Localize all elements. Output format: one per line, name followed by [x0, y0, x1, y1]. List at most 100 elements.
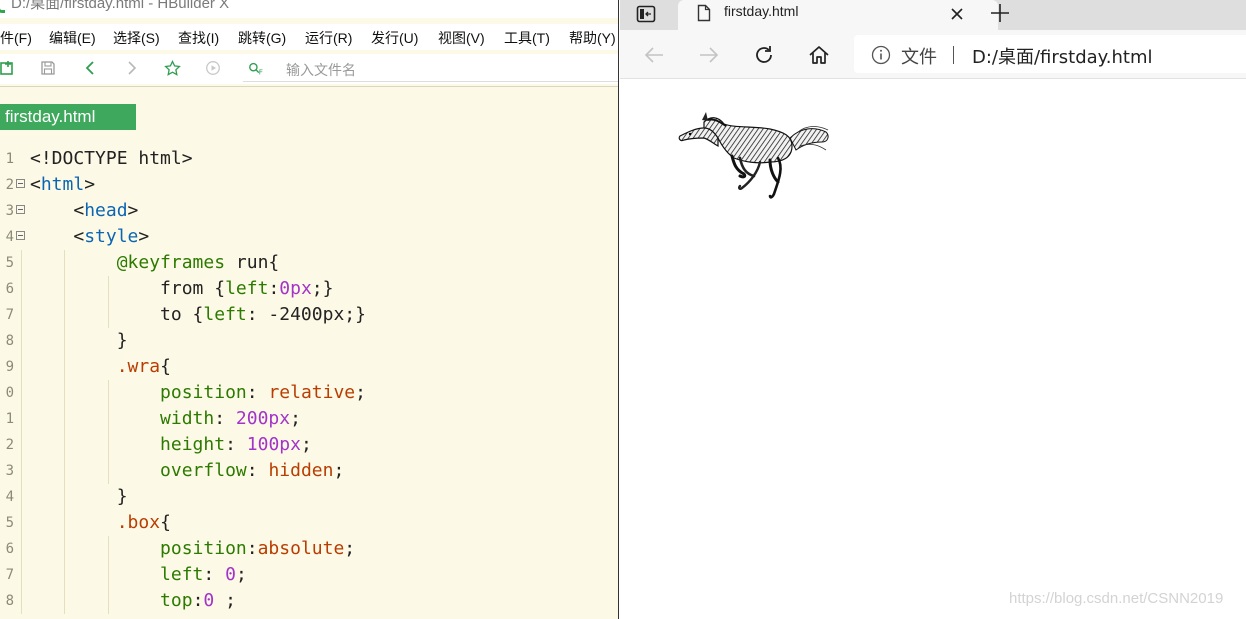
menu-file[interactable]: 件(F) [0, 28, 32, 48]
code-token: > [84, 174, 96, 195]
menu-view[interactable]: 视图(V) [438, 28, 485, 48]
new-file-icon[interactable] [0, 59, 16, 77]
editor-menubar: 件(F) 编辑(E) 选择(S) 查找(I) 跳转(G) 运行(R) 发行(U)… [0, 24, 619, 50]
code-token: left [225, 278, 269, 299]
hbuilder-logo-icon [0, 0, 5, 13]
browser-navbar: 文件 D:/桌面/firstday.html [620, 30, 1246, 79]
home-icon[interactable] [804, 40, 834, 70]
address-url[interactable]: D:/桌面/firstday.html [972, 43, 1153, 69]
line-number: 9 [5, 359, 14, 375]
info-icon[interactable] [871, 45, 891, 70]
code-line[interactable]: 5 @keyframes run{ [0, 250, 619, 276]
code-line[interactable]: 0 position: relative; [0, 380, 619, 406]
code-line[interactable]: 5 .box{ [0, 510, 619, 536]
preview-icon[interactable] [204, 59, 222, 77]
tab-title: firstday.html [724, 3, 799, 19]
code-line[interactable]: 4 } [0, 484, 619, 510]
code-editor-area[interactable]: 1 <!DOCTYPE html> 2 <html> 3 <head> 4 <style>… [0, 146, 619, 614]
code-line[interactable]: 2 <html> [0, 172, 619, 198]
code-token: relative [268, 382, 356, 403]
code-token: : [214, 408, 236, 429]
indent-guide [21, 536, 22, 562]
code-token: html [40, 174, 85, 195]
code-text: height: 100px; [30, 432, 312, 458]
close-tab-icon[interactable] [946, 3, 968, 25]
menu-publish[interactable]: 发行(U) [371, 28, 418, 48]
line-number: 8 [5, 333, 14, 349]
line-number: 3 [5, 463, 14, 479]
code-token: ; [290, 408, 301, 429]
back-icon[interactable] [82, 59, 100, 77]
code-line[interactable]: 7 to {left: -2400px;} [0, 302, 619, 328]
code-token: { [160, 356, 171, 377]
menu-select[interactable]: 选择(S) [113, 28, 160, 48]
code-line[interactable]: 1 width: 200px; [0, 406, 619, 432]
fold-toggle-icon[interactable] [16, 179, 25, 188]
editor-titlebar: D:/桌面/firstday.html - HBuilder X [0, 0, 619, 18]
fold-toggle-icon[interactable] [16, 205, 25, 214]
fold-toggle-icon[interactable] [16, 231, 25, 240]
code-text: overflow: hidden; [30, 458, 344, 484]
menu-edit[interactable]: 编辑(E) [49, 28, 96, 48]
code-token: position [160, 382, 247, 403]
line-number: 2 [5, 437, 14, 453]
code-text: position: relative; [30, 380, 366, 406]
code-line[interactable]: 2 height: 100px; [0, 432, 619, 458]
indent-guide [21, 302, 22, 328]
toolbar-divider [0, 86, 619, 87]
indent-guide [21, 510, 22, 536]
code-line[interactable]: 3 <head> [0, 198, 619, 224]
code-line[interactable]: 6 position:absolute; [0, 536, 619, 562]
code-text: <style> [30, 224, 149, 250]
code-line[interactable]: 4 <style> [0, 224, 619, 250]
forward-icon[interactable] [694, 40, 724, 70]
file-search-input[interactable] [243, 60, 619, 82]
new-tab-icon[interactable] [987, 0, 1013, 26]
menu-find[interactable]: 查找(I) [178, 28, 219, 48]
indent-guide [21, 406, 22, 432]
open-file-tab[interactable]: firstday.html [0, 104, 136, 130]
star-icon[interactable] [163, 59, 181, 77]
save-icon[interactable] [39, 59, 57, 77]
code-token: : [203, 564, 226, 585]
code-token: left [160, 564, 204, 585]
menu-help[interactable]: 帮助(Y) [569, 28, 616, 48]
indent-guide [21, 250, 22, 276]
code-token: top [160, 590, 193, 611]
code-token: } [30, 486, 128, 507]
forward-icon[interactable] [122, 59, 140, 77]
back-icon[interactable] [639, 40, 669, 70]
refresh-icon[interactable] [749, 40, 779, 70]
code-token: width [160, 408, 215, 429]
menu-goto[interactable]: 跳转(G) [238, 28, 286, 48]
code-token: head [84, 200, 128, 221]
code-token: > [138, 226, 150, 247]
code-line[interactable]: 8 } [0, 328, 619, 354]
file-search-icon: F [248, 60, 266, 78]
code-token: <!DOCTYPE html> [30, 148, 193, 169]
tab-actions-icon[interactable] [633, 3, 659, 25]
menu-run[interactable]: 运行(R) [305, 28, 352, 48]
line-number: 0 [5, 385, 14, 401]
browser-tabstrip: firstday.html [620, 0, 1246, 30]
code-text: .box{ [30, 510, 171, 536]
code-token: @keyframes [116, 252, 226, 273]
code-line[interactable]: 1 <!DOCTYPE html> [0, 146, 619, 172]
code-line[interactable]: 9 .wra{ [0, 354, 619, 380]
code-text: left: 0; [30, 562, 247, 588]
code-token: 200px [235, 408, 291, 429]
browser-tab-active[interactable]: firstday.html [678, 0, 998, 30]
window-divider [618, 0, 619, 619]
line-number: 1 [5, 411, 14, 427]
code-text: position:absolute; [30, 536, 355, 562]
code-line[interactable]: 7 left: 0; [0, 562, 619, 588]
code-line[interactable]: 3 overflow: hidden; [0, 458, 619, 484]
address-bar[interactable]: 文件 D:/桌面/firstday.html [854, 35, 1246, 73]
code-text: top:0 ; [30, 588, 236, 614]
code-token: : [246, 538, 258, 559]
code-line[interactable]: 8 top:0 ; [0, 588, 619, 614]
menu-tools[interactable]: 工具(T) [504, 28, 550, 48]
code-line[interactable]: 6 from {left:0px;} [0, 276, 619, 302]
